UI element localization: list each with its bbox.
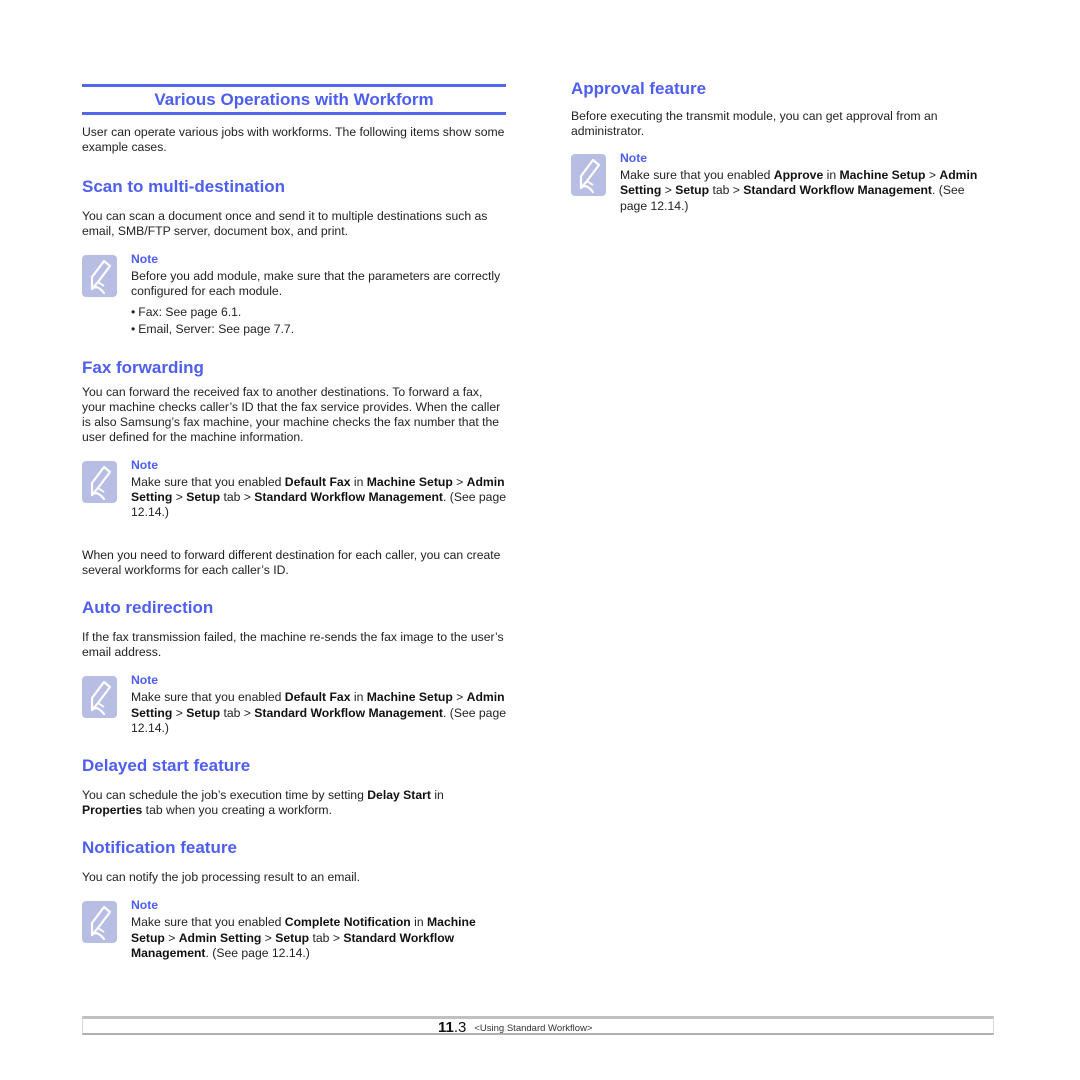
note-bullet-email: Email, Server: See page 7.7. <box>131 321 506 338</box>
note-box: Note Make sure that you enabled Default … <box>82 673 506 736</box>
footer-chapter-label: <Using Standard Workflow> <box>474 1023 593 1034</box>
note-box: Note Make sure that you enabled Complete… <box>82 898 506 961</box>
section-heading: Auto redirection <box>82 598 214 618</box>
section-after-text: When you need to forward different desti… <box>82 548 501 578</box>
note-title: Note <box>131 457 159 472</box>
page-number: 11.3 <box>438 1019 467 1036</box>
section-heading: Scan to multi-destination <box>82 177 286 196</box>
note-box: Note Make sure that you enabled Default … <box>82 458 506 521</box>
section-delayed-start: Delayed start feature You can schedule t… <box>82 756 506 818</box>
right-column: Approval feature Before executing the tr… <box>571 79 981 228</box>
section-notification: Notification feature You can notify the … <box>82 838 506 961</box>
note-pencil-icon <box>82 901 117 943</box>
note-pencil-icon <box>82 676 117 718</box>
note-pencil-icon <box>571 154 606 196</box>
section-approval: Approval feature Before executing the tr… <box>571 79 981 214</box>
chapter-title: Various Operations with Workform <box>82 84 506 115</box>
note-text: Make sure that you enabled Complete Noti… <box>131 915 476 960</box>
note-title: Note <box>131 252 159 266</box>
section-heading: Approval feature <box>571 79 707 98</box>
note-text: Make sure that you enabled Default Fax i… <box>131 690 507 736</box>
note-pencil-icon <box>82 255 117 297</box>
section-body: You can scan a document once and send it… <box>82 209 488 238</box>
intro-text: User can operate various jobs with workf… <box>82 125 505 154</box>
note-bullet-fax: Fax: See page 6.1. <box>131 304 506 321</box>
note-pencil-icon <box>82 461 117 503</box>
section-body: If the fax transmission failed, the mach… <box>82 630 504 660</box>
note-title: Note <box>131 898 159 913</box>
note-bullet-list: Fax: See page 6.1. Email, Server: See pa… <box>131 304 506 338</box>
note-title: Note <box>131 673 159 688</box>
note-text: Make sure that you enabled Default Fax i… <box>131 474 507 520</box>
left-column: Various Operations with Workform User ca… <box>82 84 506 975</box>
note-text: Make sure that you enabled Approve in Ma… <box>620 168 978 213</box>
section-fax-forwarding: Fax forwarding You can forward the recei… <box>82 358 506 579</box>
note-text: Before you add module, make sure that th… <box>131 269 501 299</box>
section-auto-redirection: Auto redirection If the fax transmission… <box>82 598 506 736</box>
note-box: Note Make sure that you enabled Approve … <box>571 151 981 214</box>
section-scan: Scan to multi-destination You can scan a… <box>82 177 506 338</box>
section-heading: Fax forwarding <box>82 357 204 377</box>
section-heading: Notification feature <box>82 838 237 858</box>
section-body: You can schedule the job’s execution tim… <box>82 788 444 818</box>
section-body: You can forward the received fax to anot… <box>82 384 501 444</box>
section-body: Before executing the transmit module, yo… <box>571 109 938 138</box>
section-heading: Delayed start feature <box>82 756 251 776</box>
note-box: Note Before you add module, make sure th… <box>82 252 506 338</box>
note-title: Note <box>620 151 648 165</box>
page-footer: 11.3 <Using Standard Workflow> <box>438 1019 592 1037</box>
section-body: You can notify the job processing result… <box>82 870 360 885</box>
